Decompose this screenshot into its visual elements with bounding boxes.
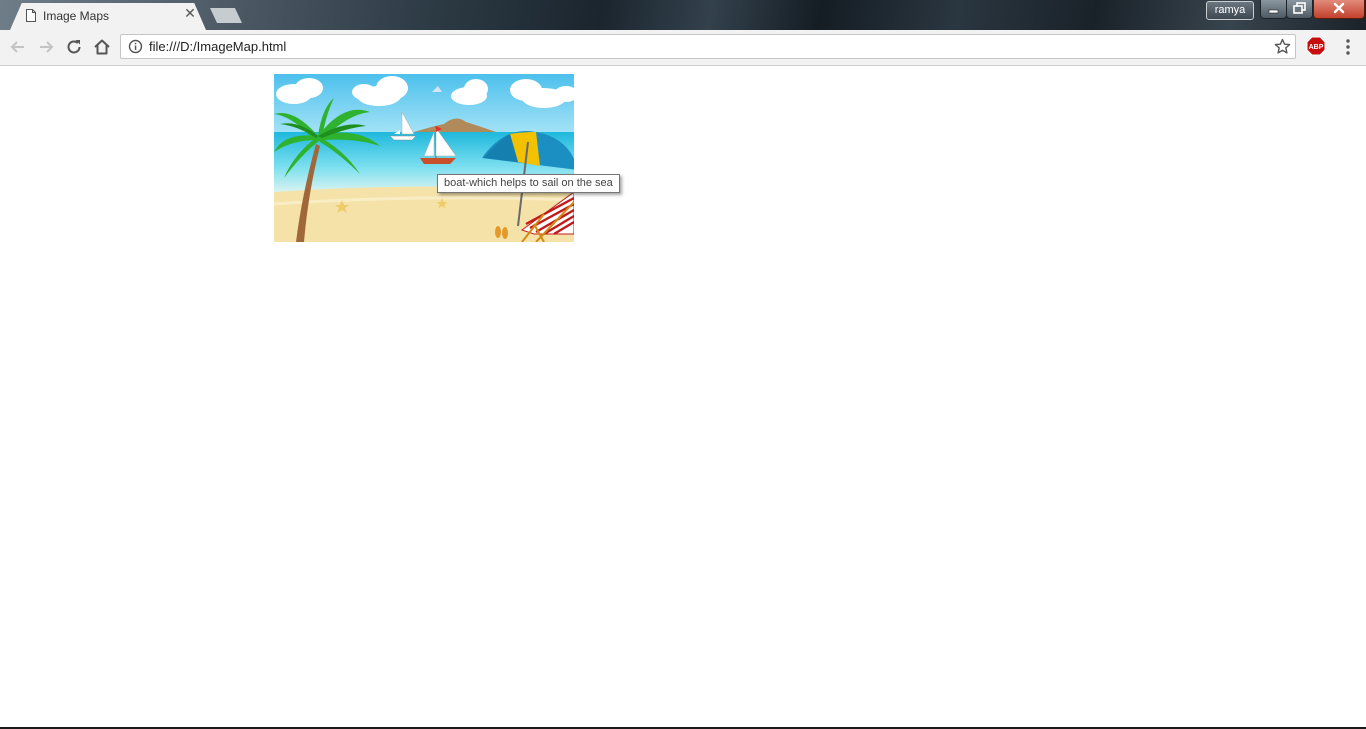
url-text[interactable]: file:///D:/ImageMap.html xyxy=(149,39,286,54)
image-map-tooltip: boat-which helps to sail on the sea xyxy=(437,174,620,193)
bookmark-star-icon[interactable] xyxy=(1274,38,1291,55)
tab-close-icon[interactable]: ✕ xyxy=(182,6,198,22)
info-icon[interactable] xyxy=(128,39,143,54)
new-tab-button[interactable] xyxy=(210,8,242,23)
restore-icon xyxy=(1293,2,1306,14)
beach-image-map[interactable] xyxy=(274,74,574,242)
browser-toolbar: file:///D:/ImageMap.html ABP xyxy=(0,30,1366,66)
close-window-button[interactable] xyxy=(1313,0,1365,19)
back-arrow-icon[interactable] xyxy=(8,37,28,57)
close-icon xyxy=(1333,2,1345,14)
minimize-button[interactable] xyxy=(1260,0,1287,19)
profile-button[interactable]: ramya xyxy=(1206,1,1254,20)
abp-label: ABP xyxy=(1309,44,1324,51)
page-content: boat-which helps to sail on the sea xyxy=(0,66,1366,728)
forward-arrow-icon[interactable] xyxy=(36,37,56,57)
restore-button[interactable] xyxy=(1286,0,1313,19)
address-bar[interactable]: file:///D:/ImageMap.html xyxy=(120,34,1296,59)
minimize-icon xyxy=(1268,9,1279,14)
reload-icon[interactable] xyxy=(64,37,84,57)
document-icon xyxy=(26,9,36,22)
kebab-menu-icon[interactable] xyxy=(1340,38,1356,56)
home-icon[interactable] xyxy=(92,37,112,57)
adblock-plus-icon[interactable]: ABP xyxy=(1306,36,1326,56)
browser-tab-active[interactable]: Image Maps ✕ xyxy=(10,3,206,30)
window-titlebar: Image Maps ✕ ramya xyxy=(0,0,1366,30)
tab-title: Image Maps xyxy=(43,9,110,23)
